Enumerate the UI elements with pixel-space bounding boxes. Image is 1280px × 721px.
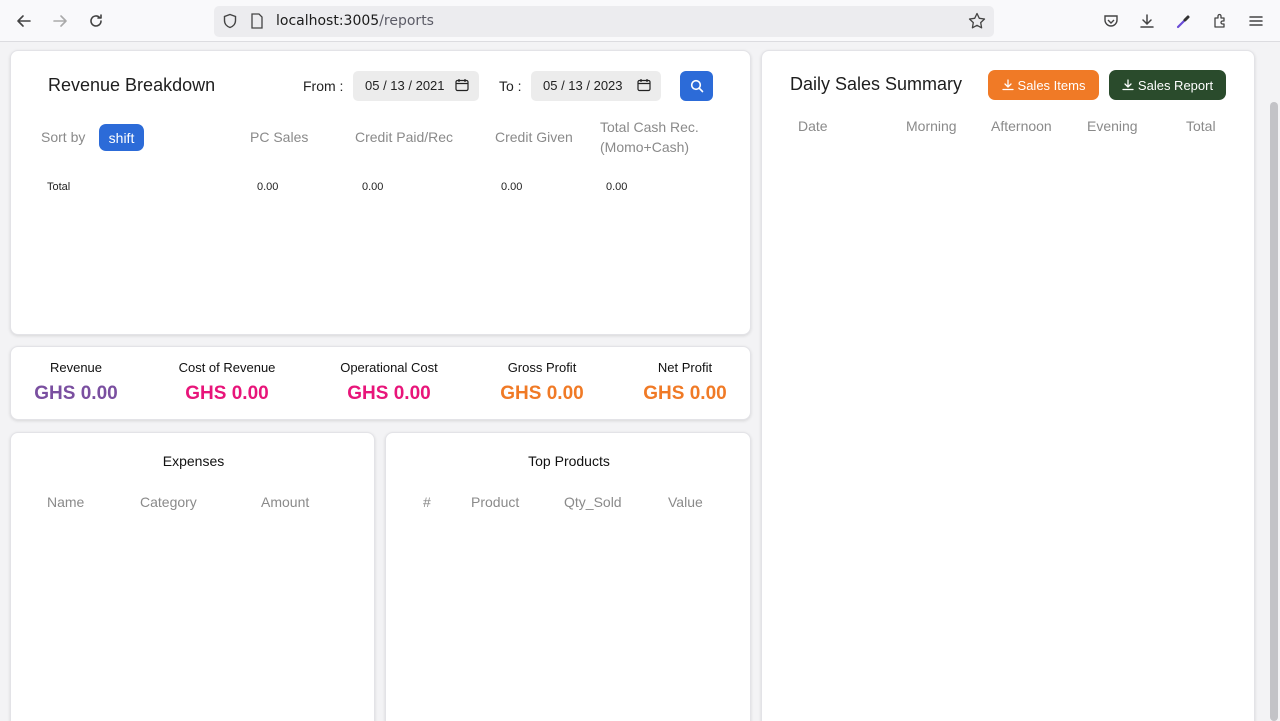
- top-products-col-product: Product: [471, 494, 520, 510]
- browser-toolbar: localhost:3005/reports: [0, 0, 1280, 42]
- expenses-col-category: Category: [140, 494, 197, 510]
- download-icon: [1122, 79, 1134, 91]
- expenses-col-amount: Amount: [261, 494, 310, 510]
- sales-report-button[interactable]: Sales Report: [1109, 70, 1226, 100]
- daily-col-morning: Morning: [906, 118, 957, 134]
- stats-card: Revenue GHS 0.00 Cost of Revenue GHS 0.0…: [10, 346, 751, 420]
- to-date-input[interactable]: 05 / 13 / 2023: [531, 71, 661, 101]
- pocket-icon[interactable]: [1099, 9, 1123, 33]
- calendar-icon[interactable]: [455, 78, 469, 92]
- shield-icon[interactable]: [222, 13, 238, 33]
- url-text[interactable]: localhost:3005/reports: [276, 13, 434, 29]
- top-products-col-value: Value: [668, 494, 703, 510]
- from-date-input[interactable]: 05 / 13 / 2021: [353, 71, 479, 101]
- top-products-title: Top Products: [528, 453, 610, 469]
- stat-net-profit-value: GHS 0.00: [643, 383, 727, 404]
- stat-gross-profit-title: Gross Profit: [507, 360, 577, 375]
- calendar-icon[interactable]: [637, 78, 651, 92]
- from-label: From :: [303, 78, 344, 94]
- search-icon: [690, 79, 703, 93]
- daily-col-afternoon: Afternoon: [991, 118, 1052, 134]
- top-products-card: Top Products # Product Qty_Sold Value: [385, 432, 751, 721]
- reload-icon[interactable]: [84, 9, 108, 33]
- expenses-title: Expenses: [162, 453, 225, 469]
- daily-col-total: Total: [1186, 118, 1216, 134]
- scrollbar-thumb[interactable]: [1270, 102, 1278, 721]
- expenses-card: Expenses Name Category Amount: [10, 432, 375, 721]
- forward-icon[interactable]: [48, 9, 72, 33]
- daily-sales-summary-card: Daily Sales Summary Sales Items Sales Re…: [761, 50, 1255, 721]
- from-date-value: 05 / 13 / 2021: [365, 78, 445, 93]
- total-credit-paid: 0.00: [362, 181, 384, 193]
- revenue-breakdown-card: Revenue Breakdown From : 05 / 13 / 2021 …: [10, 50, 751, 335]
- total-cash-rec: 0.00: [606, 181, 628, 193]
- daily-sales-title: Daily Sales Summary: [790, 74, 963, 94]
- search-button[interactable]: [680, 71, 713, 101]
- url-host: localhost:3005: [276, 13, 380, 29]
- top-products-col-rank: #: [423, 494, 431, 510]
- sales-items-button[interactable]: Sales Items: [988, 70, 1099, 100]
- stat-operational-cost-title: Operational Cost: [340, 360, 438, 375]
- to-date-value: 05 / 13 / 2023: [543, 78, 623, 93]
- menu-icon[interactable]: [1244, 9, 1268, 33]
- page-icon[interactable]: [250, 13, 264, 33]
- stat-cost-of-revenue-title: Cost of Revenue: [178, 360, 276, 375]
- stat-gross-profit-value: GHS 0.00: [500, 383, 584, 404]
- stat-operational-cost-value: GHS 0.00: [347, 383, 431, 404]
- sales-items-label: Sales Items: [1017, 77, 1086, 93]
- url-path: /reports: [379, 13, 434, 29]
- to-label: To :: [499, 78, 522, 94]
- sales-report-label: Sales Report: [1137, 77, 1214, 93]
- stat-cost-of-revenue-value: GHS 0.00: [185, 383, 269, 404]
- back-icon[interactable]: [12, 9, 36, 33]
- top-products-col-qty: Qty_Sold: [564, 494, 622, 510]
- sort-shift-chip[interactable]: shift: [99, 124, 144, 151]
- stat-revenue-title: Revenue: [49, 360, 103, 375]
- total-credit-given: 0.00: [501, 181, 523, 193]
- downloads-icon[interactable]: [1135, 9, 1159, 33]
- col-pc-sales: PC Sales: [250, 129, 309, 145]
- total-pc-sales: 0.00: [257, 181, 279, 193]
- col-credit-paid: Credit Paid/Rec: [355, 129, 454, 145]
- bookmark-star-icon[interactable]: [968, 12, 986, 34]
- revenue-breakdown-title: Revenue Breakdown: [48, 75, 216, 95]
- col-total-cash-sub: (Momo+Cash): [600, 139, 690, 155]
- stat-net-profit-title: Net Profit: [657, 360, 713, 375]
- extensions-icon[interactable]: [1208, 9, 1232, 33]
- stat-revenue-value: GHS 0.00: [34, 383, 118, 404]
- col-credit-given: Credit Given: [495, 129, 573, 145]
- page-scrollbar[interactable]: [1268, 42, 1280, 721]
- total-row-label: Total: [47, 181, 71, 193]
- sort-by-label: Sort by: [41, 129, 86, 145]
- eyedropper-icon[interactable]: [1172, 9, 1196, 33]
- download-icon: [1001, 79, 1014, 91]
- col-total-cash: Total Cash Rec.: [600, 119, 699, 135]
- daily-col-date: Date: [798, 118, 828, 134]
- daily-col-evening: Evening: [1087, 118, 1138, 134]
- address-bar[interactable]: localhost:3005/reports: [214, 6, 994, 37]
- expenses-col-name: Name: [47, 494, 85, 510]
- reports-page: Revenue Breakdown From : 05 / 13 / 2021 …: [0, 42, 1268, 721]
